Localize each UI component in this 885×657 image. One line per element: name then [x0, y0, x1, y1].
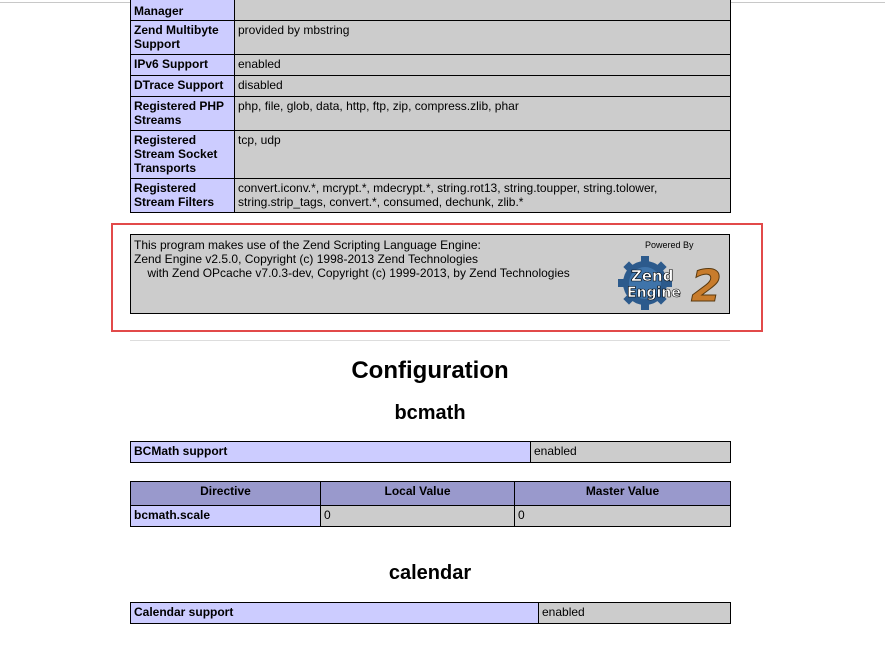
row-label: Registered Stream Socket Transports	[130, 130, 235, 179]
row-label: BCMath support	[130, 441, 531, 463]
column-header: Master Value	[514, 481, 731, 506]
row-label: Registered PHP Streams	[130, 96, 235, 131]
row-value	[234, 0, 731, 21]
table-row: Calendar support enabled	[130, 602, 731, 624]
section-heading-calendar: calendar	[388, 562, 472, 584]
row-label: DTrace Support	[130, 75, 235, 97]
table-row: BCMath support enabled	[130, 441, 731, 463]
bcmath-support-table: BCMath support enabled	[130, 441, 731, 463]
php-core-table: Manager Zend Multibyte Support provided …	[130, 0, 731, 213]
row-value: php, file, glob, data, http, ftp, zip, c…	[234, 96, 731, 131]
section-heading-bcmath: bcmath	[394, 402, 466, 424]
table-row: IPv6 Support enabled	[130, 54, 731, 76]
highlight-box	[111, 223, 763, 332]
table-row: Manager	[130, 0, 731, 21]
bcmath-directives-table: Directive Local Value Master Value bcmat…	[130, 481, 731, 527]
column-header: Directive	[130, 481, 321, 506]
configuration-heading: Configuration	[351, 357, 509, 384]
table-row: Registered Stream Socket Transports tcp,…	[130, 130, 731, 179]
row-value: enabled	[530, 441, 731, 463]
row-label: Calendar support	[130, 602, 539, 624]
row-value: enabled	[234, 54, 731, 76]
master-value: 0	[514, 505, 731, 527]
column-header: Local Value	[320, 481, 515, 506]
row-value: tcp, udp	[234, 130, 731, 179]
row-value: enabled	[538, 602, 731, 624]
row-value: convert.iconv.*, mcrypt.*, mdecrypt.*, s…	[234, 178, 731, 213]
row-value: disabled	[234, 75, 731, 97]
directive-name: bcmath.scale	[130, 505, 321, 527]
table-row: Zend Multibyte Support provided by mbstr…	[130, 20, 731, 55]
row-value: provided by mbstring	[234, 20, 731, 55]
divider	[130, 340, 730, 341]
row-label: Registered Stream Filters	[130, 178, 235, 213]
row-label: IPv6 Support	[130, 54, 235, 76]
table-row: Registered PHP Streams php, file, glob, …	[130, 96, 731, 131]
row-label: Manager	[130, 0, 235, 21]
table-row: Registered Stream Filters convert.iconv.…	[130, 178, 731, 213]
row-label: Zend Multibyte Support	[130, 20, 235, 55]
table-row: DTrace Support disabled	[130, 75, 731, 97]
calendar-support-table: Calendar support enabled	[130, 602, 731, 624]
local-value: 0	[320, 505, 515, 527]
table-header-row: Directive Local Value Master Value	[130, 481, 731, 506]
table-row: bcmath.scale 0 0	[130, 505, 731, 527]
